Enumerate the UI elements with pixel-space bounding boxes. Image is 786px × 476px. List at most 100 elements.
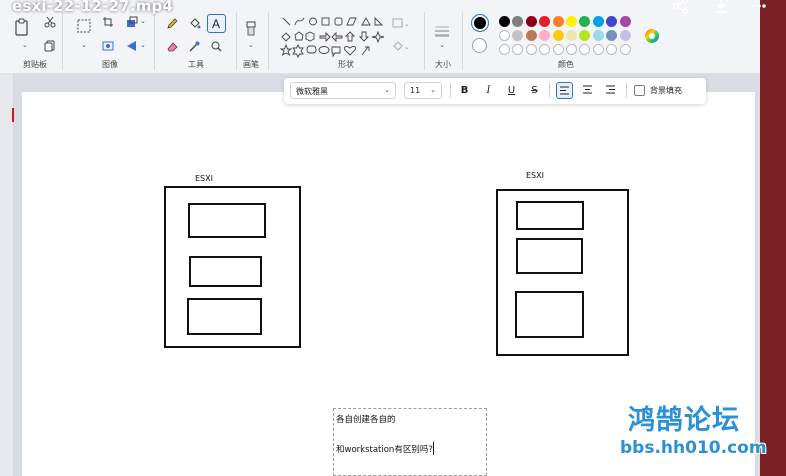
color-swatch[interactable] bbox=[499, 30, 510, 41]
text-cursor bbox=[433, 442, 434, 455]
color-picker-icon[interactable] bbox=[188, 40, 201, 53]
underline-button[interactable]: U bbox=[503, 82, 520, 99]
textbox-line-1: 各自创建各自的 bbox=[336, 415, 396, 425]
color-swatch[interactable] bbox=[619, 30, 631, 41]
ribbon-separator bbox=[62, 12, 63, 70]
paste-icon[interactable] bbox=[14, 18, 30, 36]
size-chevron-icon[interactable]: ⌄ bbox=[439, 41, 445, 49]
rotate-icon[interactable] bbox=[126, 40, 138, 52]
custom-color-slot[interactable] bbox=[499, 44, 510, 55]
shape-fill-icon[interactable]: ⌄ bbox=[392, 40, 410, 52]
color-swatch[interactable] bbox=[579, 16, 591, 27]
custom-color-slot[interactable] bbox=[525, 44, 537, 55]
watermark-title: 鸿鹄论坛 bbox=[628, 405, 740, 436]
cut-icon[interactable] bbox=[44, 16, 56, 28]
primary-color-swatch[interactable] bbox=[471, 14, 489, 32]
text-tool-button[interactable]: A bbox=[207, 14, 226, 33]
align-center-icon bbox=[583, 85, 592, 94]
color-swatch[interactable] bbox=[579, 30, 591, 41]
shape-outline-icon[interactable]: ⌄ bbox=[392, 17, 410, 29]
size-group-label: 大小 bbox=[435, 60, 451, 69]
font-family-select[interactable]: 微软雅黑 ⌄ bbox=[290, 82, 396, 99]
brushes-chevron-icon[interactable]: ⌄ bbox=[248, 41, 254, 49]
color-swatch[interactable] bbox=[566, 30, 577, 41]
color-swatch[interactable] bbox=[525, 30, 537, 41]
left-vm-box bbox=[189, 256, 262, 287]
color-swatch[interactable] bbox=[619, 16, 631, 27]
color-swatch[interactable] bbox=[552, 16, 564, 27]
custom-color-slot[interactable] bbox=[552, 44, 564, 55]
left-gutter bbox=[0, 74, 14, 476]
shapes-group: 形状 bbox=[276, 0, 416, 74]
crop-icon[interactable] bbox=[102, 16, 114, 28]
background-fill-checkbox[interactable] bbox=[634, 85, 645, 96]
size-icon[interactable] bbox=[434, 24, 450, 38]
right-vm-box bbox=[516, 238, 583, 274]
share-icon[interactable] bbox=[672, 0, 690, 14]
svg-text:⌄: ⌄ bbox=[404, 43, 410, 51]
strikethrough-button[interactable]: S bbox=[526, 82, 543, 99]
magnifier-icon[interactable] bbox=[210, 40, 223, 53]
resize-icon[interactable] bbox=[126, 16, 138, 28]
eraser-icon[interactable] bbox=[166, 40, 179, 53]
color-swatch[interactable] bbox=[606, 16, 618, 27]
shapes-gallery-icon[interactable] bbox=[280, 14, 390, 58]
color-swatch[interactable] bbox=[499, 16, 510, 27]
toolbar-divider bbox=[450, 83, 451, 98]
ribbon-separator bbox=[154, 12, 155, 70]
copy-icon[interactable] bbox=[44, 40, 56, 52]
clipboard-group-label: 剪贴板 bbox=[23, 60, 47, 69]
font-size-chevron-icon: ⌄ bbox=[430, 86, 436, 94]
watermark-url: bbs.hh010.com bbox=[620, 438, 767, 458]
edit-colors-icon[interactable] bbox=[644, 28, 660, 44]
svg-text:A: A bbox=[212, 17, 220, 31]
font-size-select[interactable]: 11 ⌄ bbox=[404, 82, 442, 99]
select-icon[interactable] bbox=[76, 18, 92, 34]
left-esxi-label: ESXI bbox=[195, 174, 213, 183]
align-right-button[interactable] bbox=[602, 82, 619, 99]
ribbon-separator bbox=[462, 12, 463, 70]
align-center-button[interactable] bbox=[579, 82, 596, 99]
textbox-line-2: 和workstation有区别吗? bbox=[336, 445, 433, 455]
custom-color-slot[interactable] bbox=[566, 44, 577, 55]
color-swatch[interactable] bbox=[592, 30, 604, 41]
paste-chevron-icon[interactable]: ⌄ bbox=[22, 41, 28, 49]
italic-button[interactable]: I bbox=[480, 82, 497, 99]
image-chevron-icon[interactable]: ⌄ bbox=[140, 17, 146, 25]
ribbon-separator bbox=[268, 12, 269, 70]
custom-color-slot[interactable] bbox=[606, 44, 618, 55]
color-swatch[interactable] bbox=[512, 16, 524, 27]
color-swatch[interactable] bbox=[539, 30, 551, 41]
align-left-button[interactable] bbox=[556, 82, 573, 99]
fill-icon[interactable] bbox=[188, 17, 201, 30]
color-swatch[interactable] bbox=[552, 30, 564, 41]
left-vm-box bbox=[188, 203, 266, 238]
size-group: ⌄ 大小 bbox=[428, 0, 458, 74]
custom-color-slot[interactable] bbox=[619, 44, 631, 55]
custom-color-slot[interactable] bbox=[539, 44, 551, 55]
color-swatch[interactable] bbox=[512, 30, 524, 41]
custom-color-slot[interactable] bbox=[592, 44, 604, 55]
image-group-label: 图像 bbox=[102, 60, 118, 69]
custom-color-slot[interactable] bbox=[579, 44, 591, 55]
pencil-icon[interactable] bbox=[166, 17, 179, 30]
color-swatch[interactable] bbox=[606, 30, 618, 41]
left-vm-box bbox=[187, 298, 262, 335]
color-swatch[interactable] bbox=[539, 16, 551, 27]
color-swatch[interactable] bbox=[525, 16, 537, 27]
align-left-icon bbox=[560, 86, 569, 95]
select-chevron-icon[interactable]: ⌄ bbox=[81, 41, 87, 49]
video-title: esxi-22-12-27.mp4 bbox=[12, 0, 174, 15]
image-select-alt-icon[interactable] bbox=[102, 40, 114, 52]
text-input-box[interactable]: 各自创建各自的 和workstation有区别吗? bbox=[333, 408, 487, 476]
custom-color-slot[interactable] bbox=[512, 44, 524, 55]
brush-icon[interactable] bbox=[244, 20, 258, 38]
color-swatch[interactable] bbox=[566, 16, 577, 27]
color-swatch[interactable] bbox=[592, 16, 604, 27]
bold-button[interactable]: B bbox=[456, 82, 473, 99]
secondary-color-swatch[interactable] bbox=[472, 38, 487, 53]
download-icon[interactable] bbox=[712, 0, 730, 14]
more-icon[interactable] bbox=[750, 0, 768, 14]
rotate-chevron-icon[interactable]: ⌄ bbox=[140, 41, 146, 49]
shapes-group-label: 形状 bbox=[338, 60, 354, 69]
